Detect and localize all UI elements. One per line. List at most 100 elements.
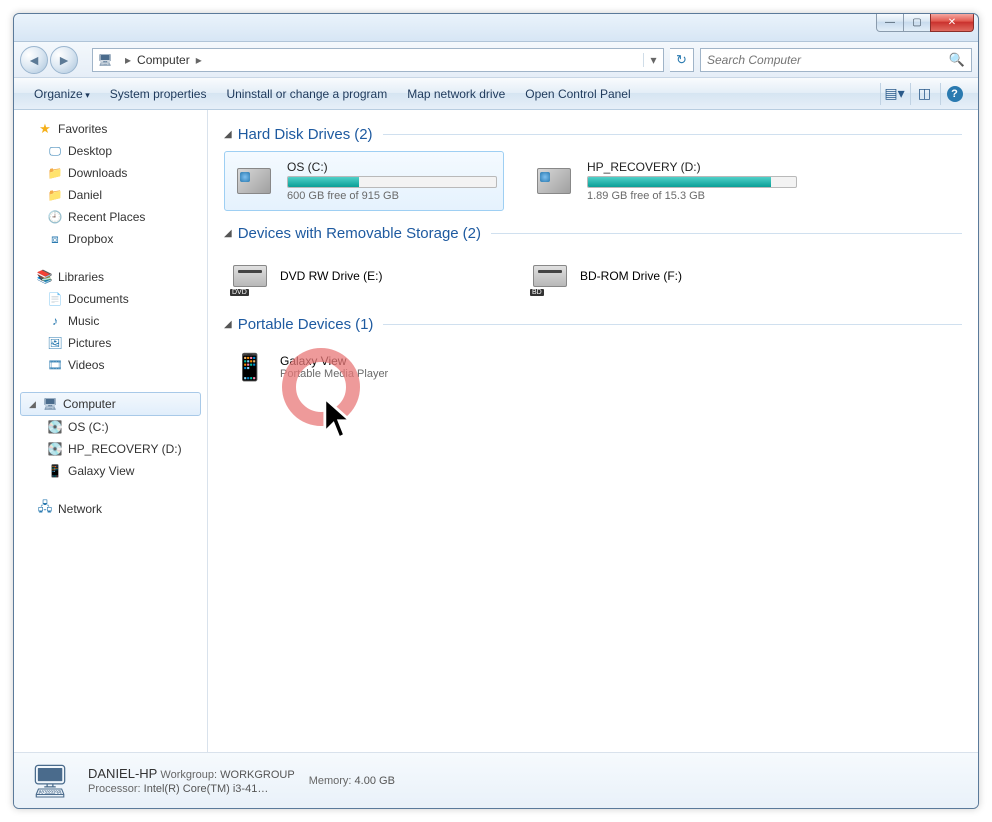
search-input[interactable]	[707, 53, 949, 67]
breadcrumb-location[interactable]: Computer	[137, 53, 190, 67]
drive-os-c[interactable]: OS (C:) 600 GB free of 915 GB	[224, 151, 504, 211]
device-subtitle: Portable Media Player	[280, 368, 388, 380]
sidebar-item-documents[interactable]: 📄Documents	[14, 288, 207, 310]
media-player-icon: 📱	[230, 347, 270, 387]
memory-value: 4.00 GB	[355, 775, 395, 787]
documents-icon: 📄	[46, 291, 64, 307]
drive-dvd-rw[interactable]: DVD DVD RW Drive (E:)	[224, 250, 504, 302]
help-icon: ?	[947, 86, 963, 102]
breadcrumb-separator: ▸	[125, 53, 131, 67]
collapse-icon: ◢	[224, 228, 232, 239]
sidebar-item-label: Music	[68, 314, 99, 328]
sidebar-item-videos[interactable]: 🎞Videos	[14, 354, 207, 376]
device-galaxy-view[interactable]: 📱 Galaxy View Portable Media Player	[224, 341, 504, 393]
group-count: (1)	[355, 316, 373, 333]
collapse-icon: ◢	[224, 319, 232, 330]
computer-icon: 🖥	[97, 52, 113, 68]
drive-hp-recovery[interactable]: HP_RECOVERY (D:) 1.89 GB free of 15.3 GB	[524, 151, 804, 211]
computer-label: Computer	[63, 397, 116, 411]
network-icon: 🖧	[36, 501, 54, 517]
drive-info: OS (C:) 600 GB free of 915 GB	[287, 158, 497, 204]
network-header[interactable]: 🖧 Network	[14, 498, 207, 520]
libraries-icon: 📚	[36, 269, 54, 285]
hard-disk-icon	[531, 158, 577, 204]
capacity-bar	[287, 176, 497, 188]
titlebar: — ▢ ✕	[14, 14, 978, 42]
search-box[interactable]: 🔍	[700, 48, 972, 72]
details-pane: 🖥 DANIEL-HP Workgroup: WORKGROUP Process…	[14, 752, 978, 808]
sidebar-item-recent[interactable]: 🕘 Recent Places	[14, 206, 207, 228]
help-button[interactable]: ?	[940, 83, 968, 105]
sidebar-item-dropbox[interactable]: ⧈Dropbox	[14, 228, 207, 250]
optical-drive-icon: BD	[530, 256, 570, 296]
portable-list: 📱 Galaxy View Portable Media Player	[224, 341, 962, 393]
recent-icon: 🕘	[46, 209, 64, 225]
system-properties-button[interactable]: System properties	[100, 83, 217, 105]
minimize-button[interactable]: —	[876, 14, 904, 32]
group-count: (2)	[354, 126, 372, 143]
videos-icon: 🎞	[46, 357, 64, 373]
sidebar-item-label: Recent Places	[68, 210, 145, 224]
sidebar-item-label: HP_RECOVERY (D:)	[68, 442, 182, 456]
address-dropdown[interactable]: ▾	[643, 53, 659, 67]
sidebar-item-desktop[interactable]: 🖵Desktop	[14, 140, 207, 162]
group-header-portable[interactable]: ◢ Portable Devices (1)	[224, 316, 962, 333]
device-name: DVD RW Drive (E:)	[280, 269, 382, 283]
sidebar-item-computer[interactable]: ◢ 🖥 Computer	[20, 392, 201, 416]
group-header-hdd[interactable]: ◢ Hard Disk Drives (2)	[224, 126, 962, 143]
sidebar-item-label: OS (C:)	[68, 420, 109, 434]
navigation-pane: ★ Favorites 🖵Desktop 📁Downloads 📁Daniel …	[14, 110, 208, 752]
view-options-button[interactable]: ▤▾	[880, 83, 908, 105]
drive-bd-rom[interactable]: BD BD-ROM Drive (F:)	[524, 250, 804, 302]
libraries-header[interactable]: 📚 Libraries	[14, 266, 207, 288]
breadcrumb-separator: ▸	[196, 53, 202, 67]
workgroup-label: Workgroup:	[160, 769, 217, 781]
sidebar-item-pictures[interactable]: 🖼Pictures	[14, 332, 207, 354]
control-panel-button[interactable]: Open Control Panel	[515, 83, 640, 105]
preview-pane-button[interactable]: ◫	[910, 83, 938, 105]
favorites-header[interactable]: ★ Favorites	[14, 118, 207, 140]
back-button[interactable]: ◄	[20, 46, 48, 74]
map-drive-button[interactable]: Map network drive	[397, 83, 515, 105]
device-name: BD-ROM Drive (F:)	[580, 269, 682, 283]
nav-arrows: ◄ ►	[20, 45, 86, 75]
close-button[interactable]: ✕	[930, 14, 974, 32]
forward-button[interactable]: ►	[50, 46, 78, 74]
uninstall-button[interactable]: Uninstall or change a program	[216, 83, 397, 105]
organize-menu[interactable]: Organize	[24, 83, 100, 105]
address-bar[interactable]: 🖥 ▸ Computer ▸ ▾	[92, 48, 664, 72]
workgroup-value: WORKGROUP	[220, 769, 295, 781]
sidebar-item-daniel[interactable]: 📁Daniel	[14, 184, 207, 206]
disc-badge: BD	[530, 289, 544, 296]
network-group: 🖧 Network	[14, 498, 207, 520]
separator	[383, 324, 962, 325]
maximize-button[interactable]: ▢	[903, 14, 931, 32]
processor-label: Processor:	[88, 783, 141, 795]
favorites-label: Favorites	[58, 122, 107, 136]
drive-icon: 💽	[46, 419, 64, 435]
window-controls: — ▢ ✕	[876, 14, 974, 32]
memory-label: Memory:	[309, 775, 352, 787]
group-title: Devices with Removable Storage	[238, 225, 459, 242]
libraries-label: Libraries	[58, 270, 104, 284]
music-icon: ♪	[46, 313, 64, 329]
sidebar-item-os-c[interactable]: 💽 OS (C:)	[14, 416, 207, 438]
sidebar-item-galaxy-view[interactable]: 📱Galaxy View	[14, 460, 207, 482]
folder-icon: 📁	[46, 165, 64, 181]
sidebar-item-label: Desktop	[68, 144, 112, 158]
details-column: Memory: 4.00 GB	[309, 775, 395, 787]
folder-icon: 📁	[46, 187, 64, 203]
group-header-removable[interactable]: ◢ Devices with Removable Storage (2)	[224, 225, 962, 242]
toolbar: Organize System properties Uninstall or …	[14, 78, 978, 110]
sidebar-item-label: Downloads	[68, 166, 127, 180]
removable-list: DVD DVD RW Drive (E:) BD BD-ROM Drive (F…	[224, 250, 962, 302]
drive-free-text: 1.89 GB free of 15.3 GB	[587, 190, 797, 202]
group-title: Portable Devices	[238, 316, 351, 333]
sidebar-item-hp-recovery[interactable]: 💽HP_RECOVERY (D:)	[14, 438, 207, 460]
separator	[491, 233, 962, 234]
refresh-button[interactable]: ↻	[670, 48, 694, 72]
sidebar-item-downloads[interactable]: 📁 Downloads	[14, 162, 207, 184]
sidebar-item-music[interactable]: ♪ Music	[14, 310, 207, 332]
details-column: DANIEL-HP Workgroup: WORKGROUP Processor…	[88, 766, 295, 795]
search-icon: 🔍	[949, 52, 965, 68]
